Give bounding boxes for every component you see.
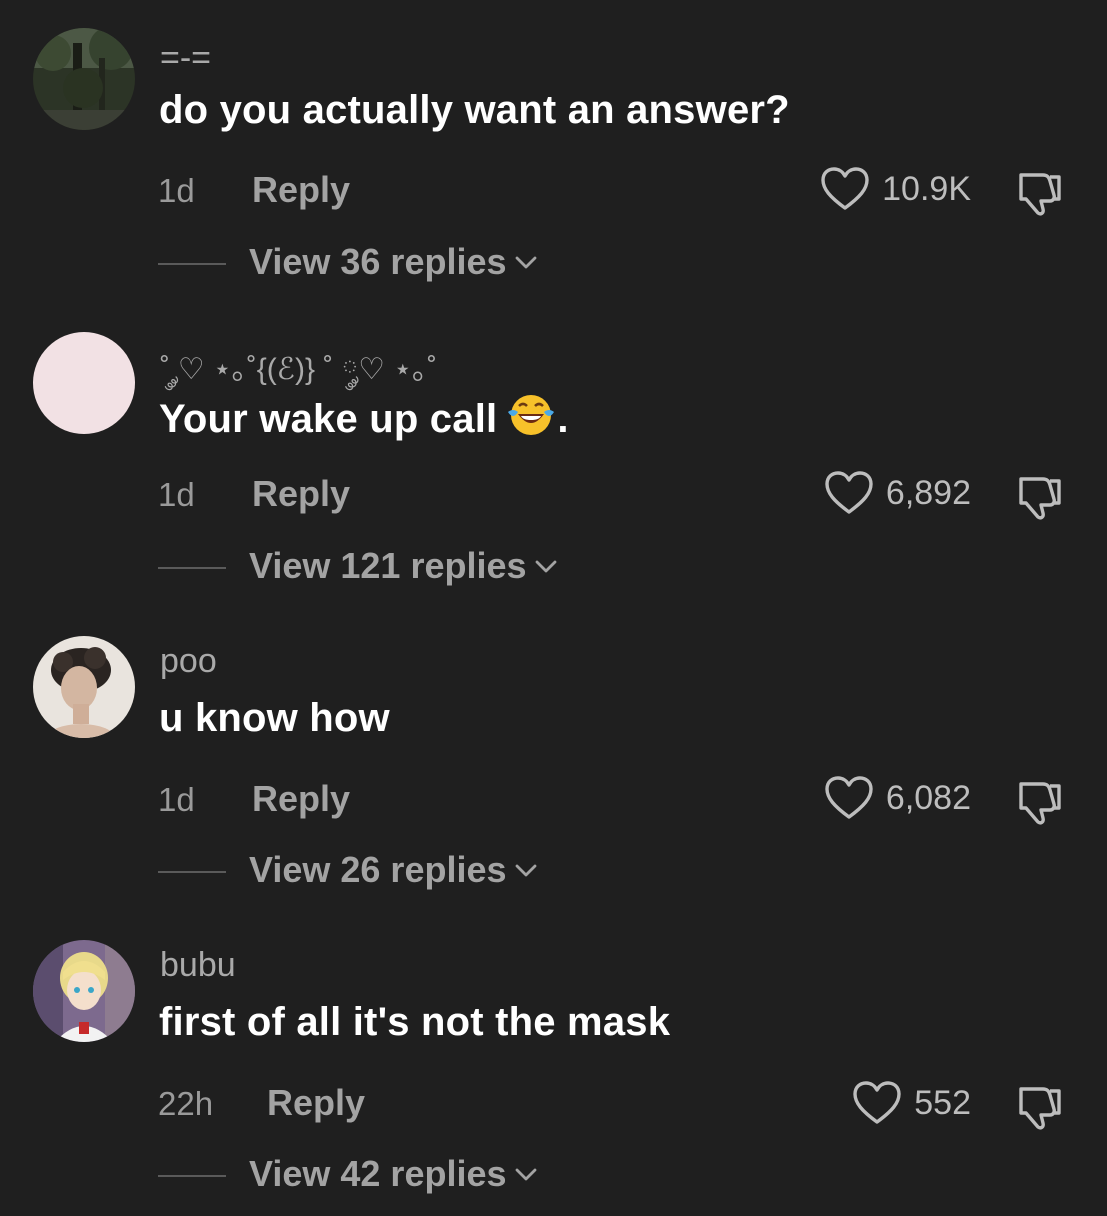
like-button[interactable]: 10.9K	[820, 166, 971, 212]
chevron-down-icon	[515, 1168, 536, 1181]
chevron-down-icon	[535, 560, 556, 573]
comment-item: =-= do you actually want an answer? 1d R…	[0, 0, 1107, 304]
like-count: 6,892	[885, 473, 971, 512]
username[interactable]: =-=	[160, 39, 211, 78]
view-replies-button[interactable]: View 36 replies	[249, 241, 539, 283]
reply-button[interactable]: Reply	[252, 778, 350, 820]
forest-avatar-image	[33, 28, 135, 130]
like-button[interactable]: 6,892	[824, 470, 971, 516]
comment-item: ˚ ༘♡ ⋆｡˚{(ℰ)} ˚ ༘♡ ⋆｡˚ Your wake up call…	[0, 304, 1107, 608]
portrait-avatar-image	[33, 636, 135, 738]
view-replies-label: View 121 replies	[249, 545, 527, 586]
comment-item: bubu first of all it's not the mask 22h …	[0, 912, 1107, 1216]
view-replies-button[interactable]: View 42 replies	[249, 1153, 539, 1195]
comment-text: Your wake up call .	[159, 392, 569, 442]
pink-avatar-image	[33, 332, 135, 434]
comment-body: u know how	[159, 696, 390, 740]
dislike-icon[interactable]	[1013, 774, 1065, 826]
replies-divider	[158, 567, 226, 569]
like-count: 552	[914, 1083, 971, 1122]
reply-button[interactable]: Reply	[252, 473, 350, 515]
timestamp: 1d	[158, 781, 195, 818]
avatar[interactable]	[33, 940, 135, 1042]
view-replies-button[interactable]: View 26 replies	[249, 849, 539, 891]
avatar[interactable]	[33, 332, 135, 434]
view-replies-label: View 26 replies	[249, 849, 507, 890]
like-button[interactable]: 6,082	[824, 775, 971, 821]
comment-text: u know how	[159, 696, 390, 741]
reply-button[interactable]: Reply	[267, 1082, 365, 1124]
like-button[interactable]: 552	[852, 1080, 971, 1126]
username[interactable]: bubu	[160, 946, 236, 985]
username[interactable]: poo	[160, 642, 217, 681]
dislike-icon[interactable]	[1013, 165, 1065, 217]
dislike-icon[interactable]	[1013, 469, 1065, 521]
comment-body: Your wake up call	[159, 397, 498, 441]
comment-text: do you actually want an answer?	[159, 88, 790, 133]
heart-icon	[825, 471, 873, 514]
reply-button[interactable]: Reply	[252, 169, 350, 211]
view-replies-label: View 36 replies	[249, 241, 507, 282]
heart-icon	[825, 776, 873, 819]
comment-body: do you actually want an answer?	[159, 88, 790, 132]
comment-item: poo u know how 1d Reply 6,082 View 26 re…	[0, 608, 1107, 912]
comment-tail: .	[557, 397, 569, 441]
replies-divider	[158, 263, 226, 265]
comment-text: first of all it's not the mask	[159, 1000, 670, 1045]
chevron-down-icon	[515, 256, 536, 269]
replies-divider	[158, 1175, 226, 1177]
anime-avatar-image	[33, 940, 135, 1042]
avatar[interactable]	[33, 636, 135, 738]
chevron-down-icon	[515, 864, 536, 877]
replies-divider	[158, 871, 226, 873]
timestamp: 1d	[158, 476, 195, 513]
like-count: 6,082	[885, 778, 971, 817]
face-with-tears-of-joy-icon	[508, 395, 555, 435]
avatar[interactable]	[33, 28, 135, 130]
view-replies-button[interactable]: View 121 replies	[249, 545, 559, 587]
comment-body: first of all it's not the mask	[159, 1000, 671, 1044]
heart-icon	[853, 1081, 901, 1124]
timestamp: 22h	[158, 1085, 214, 1122]
view-replies-label: View 42 replies	[249, 1153, 507, 1194]
dislike-icon[interactable]	[1013, 1079, 1065, 1131]
timestamp: 1d	[158, 172, 195, 209]
like-count: 10.9K	[882, 169, 971, 208]
heart-icon	[821, 167, 869, 210]
